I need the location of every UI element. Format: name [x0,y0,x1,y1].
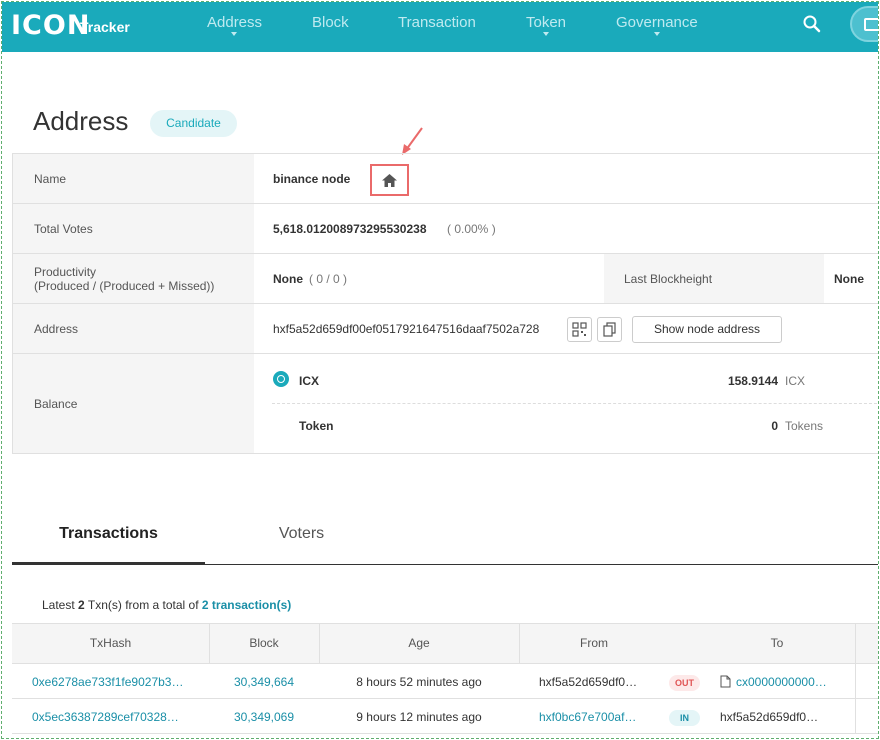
productivity-label: Productivity [34,265,97,279]
icx-unit: ICX [785,374,806,388]
address-label: Address [34,322,79,336]
header-from: From [580,636,608,650]
address-label-cell: Address [12,304,254,353]
copy-button[interactable] [597,317,622,342]
icx-amount: 158.9144 [727,374,778,388]
header-block: Block [249,636,279,650]
table-row: 0xe6278ae733f1fe9027b3… 30,349,664 8 hou… [12,664,878,699]
chevron-down-icon [654,32,660,36]
nav-block[interactable]: Block [312,14,349,31]
total-transactions-link[interactable]: 2 transaction(s) [202,598,291,612]
direction-badge: OUT [669,675,700,691]
divider [855,624,856,663]
total-votes-row: Total Votes 5,618.012008973295530238 ( 0… [12,204,878,254]
icx-label: ICX [299,374,320,388]
productivity-row: Productivity (Produced / (Produced + Mis… [12,254,878,304]
top-navigation-bar: ICON Tracker Address Block Transaction T… [2,2,878,52]
tab-bar: Transactions Voters [12,512,878,565]
latest-count: 2 [78,598,85,612]
tx-age: 8 hours 52 minutes ago [356,675,482,689]
table-header: TxHash Block Age From To [12,624,878,664]
tab-voters[interactable]: Voters [205,512,398,565]
name-row: Name binance node [12,154,878,204]
qr-code-icon [572,322,587,337]
logo-subtitle[interactable]: Tracker [80,19,130,35]
latest-prefix: Latest [42,598,75,612]
copy-icon [603,322,616,337]
wallet-button[interactable] [850,6,878,42]
contract-document-icon [720,675,731,688]
show-node-address-button[interactable]: Show node address [632,316,782,343]
balance-divider [272,403,878,404]
transactions-table: TxHash Block Age From To 0xe6278ae733f1f… [12,623,878,734]
page-frame: ICON Tracker Address Block Transaction T… [1,1,879,739]
to-address-link[interactable]: cx0000000000… [736,675,846,689]
icon-logo[interactable]: ICON [11,10,90,41]
nav-token[interactable]: Token [526,14,566,31]
votes-value: 5,618.012008973295530238 [273,222,427,236]
search-icon[interactable] [802,14,822,34]
divider [855,699,856,733]
block-link[interactable]: 30,349,069 [209,710,319,724]
name-label-cell: Name [12,154,254,203]
latest-summary: Latest 2 Txn(s) from a total of 2 transa… [42,598,291,612]
tx-hash-link[interactable]: 0xe6278ae733f1fe9027b3… [32,675,202,689]
tx-hash-link[interactable]: 0x5ec36387289cef70328… [32,710,202,724]
last-block-label: Last Blockheight [624,272,713,286]
page-title: Address [33,106,129,136]
token-amount: 0 [771,419,778,433]
qr-code-button[interactable] [567,317,592,342]
nav-transaction[interactable]: Transaction [398,14,476,31]
divider [855,664,856,698]
productivity-label-cell: Productivity (Produced / (Produced + Mis… [12,254,254,303]
balance-label: Balance [34,397,78,411]
candidate-badge: Candidate [150,110,237,137]
header-to: To [770,636,784,650]
last-block-value: None [834,272,864,286]
chevron-down-icon [231,32,237,36]
votes-label-cell: Total Votes [12,204,254,253]
address-info-table: Name binance node Total Votes 5,618.0120… [12,153,878,454]
address-value: hxf5a52d659df00ef0517921647516daaf7502a7… [273,322,540,336]
token-unit: Tokens [785,419,824,433]
block-link[interactable]: 30,349,664 [209,675,319,689]
icx-coin-icon [273,371,289,387]
balance-label-cell: Balance [12,354,254,453]
productivity-value: None [273,272,303,286]
address-row: Address hxf5a52d659df00ef0517921647516da… [12,304,878,354]
token-label[interactable]: Token [299,419,333,433]
nav-address[interactable]: Address [207,14,262,31]
name-label: Name [34,172,67,186]
nav-governance[interactable]: Governance [616,14,698,31]
header-age: Age [408,636,430,650]
chevron-down-icon [543,32,549,36]
tx-age: 9 hours 12 minutes ago [356,710,482,724]
from-address: hxf5a52d659df0… [539,675,638,689]
wallet-icon [864,18,878,31]
latest-middle: Txn(s) from a total of [87,598,199,612]
tab-transactions[interactable]: Transactions [12,512,205,565]
direction-badge: IN [669,710,700,726]
header-txhash: TxHash [89,636,132,650]
to-address: hxf5a52d659df0… [720,710,819,724]
home-button[interactable] [370,164,409,196]
balance-row: Balance ICX 158.9144 ICX Token 0 Tokens [12,354,878,454]
table-row: 0x5ec36387289cef70328… 30,349,069 9 hour… [12,699,878,734]
productivity-ratio: ( 0 / 0 ) [309,272,348,286]
node-name: binance node [273,172,351,186]
votes-label: Total Votes [34,222,93,236]
last-block-label-cell: Last Blockheight [604,254,824,303]
productivity-sublabel: (Produced / (Produced + Missed)) [34,279,215,293]
home-icon [382,174,397,187]
from-address-link[interactable]: hxf0bc67e700af… [539,710,651,724]
votes-percentage: ( 0.00% ) [447,222,496,236]
